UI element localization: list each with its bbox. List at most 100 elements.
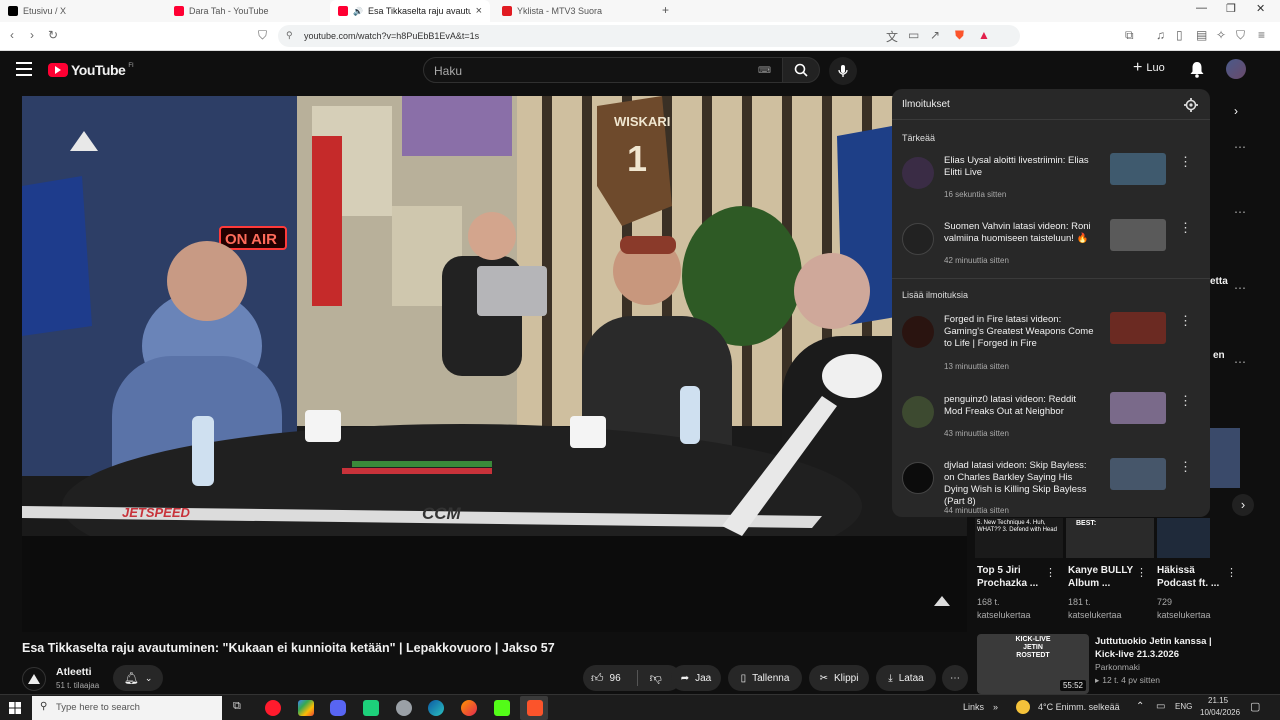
- clock-date[interactable]: 10/04/2026: [1200, 708, 1240, 717]
- more-options-icon[interactable]: ⋮: [1179, 154, 1193, 170]
- bookmark-icon[interactable]: ⛉: [258, 28, 267, 43]
- save-button[interactable]: ▯ Tallenna: [728, 665, 802, 691]
- kick-icon[interactable]: [494, 700, 510, 716]
- channel-name[interactable]: Atleetti: [56, 666, 92, 678]
- tray-chevron-icon[interactable]: ⌃: [1136, 701, 1144, 712]
- minimize-icon[interactable]: —: [1196, 2, 1207, 14]
- more-icon[interactable]: ⋯: [1234, 205, 1247, 219]
- more-icon[interactable]: ⋯: [1234, 281, 1247, 295]
- next-chevron-icon[interactable]: ›: [1232, 494, 1254, 516]
- menu-icon[interactable]: ≡: [1258, 28, 1265, 42]
- notification-item[interactable]: Forged in Fire latasi videon: Gaming's G…: [892, 310, 1210, 376]
- close-window-icon[interactable]: ✕: [1256, 2, 1265, 15]
- forward-icon[interactable]: ›: [30, 28, 34, 42]
- language-indicator[interactable]: ENG: [1175, 702, 1192, 711]
- network-icon[interactable]: ▭: [1156, 701, 1165, 712]
- more-options-icon[interactable]: ⋮: [1179, 313, 1193, 329]
- browser-tab-youtube[interactable]: Dara Tah - YouTube: [166, 0, 331, 22]
- notification-item[interactable]: Suomen Vahvin latasi videon: Roni valmii…: [892, 217, 1210, 283]
- share-button[interactable]: ➦ Jaa: [671, 665, 721, 691]
- recommended-channel[interactable]: Parkonmaki: [1095, 661, 1140, 674]
- edge-icon[interactable]: [428, 700, 444, 716]
- voice-search-button[interactable]: [829, 57, 857, 85]
- short-thumbnail[interactable]: BEST:: [1066, 518, 1154, 558]
- short-title[interactable]: Häkissä Podcast ft. ...: [1157, 564, 1223, 590]
- notification-center-icon[interactable]: ▢: [1250, 700, 1260, 713]
- recommended-title[interactable]: Juttutuokio Jetin kanssa | Kick-live 21.…: [1095, 635, 1230, 661]
- notification-item[interactable]: Elias Uysal aloitti livestriimin: Elias …: [892, 151, 1210, 217]
- new-tab-button[interactable]: +: [662, 3, 669, 17]
- browser-tab-bar: Etusivu / X Dara Tah - YouTube 🔊 Esa Tik…: [0, 0, 1280, 22]
- extensions-icon[interactable]: ⧉: [1125, 28, 1134, 43]
- channel-avatar[interactable]: [22, 667, 46, 691]
- dislike-button[interactable]: 👎︎: [650, 671, 662, 686]
- close-tab-icon[interactable]: ×: [476, 5, 482, 17]
- media-icon[interactable]: ♫: [1156, 28, 1165, 42]
- like-button[interactable]: 👍︎ 96: [591, 671, 621, 686]
- more-options-icon[interactable]: ⋮: [1136, 566, 1147, 579]
- search-button[interactable]: [782, 57, 820, 83]
- more-options-icon[interactable]: ⋮: [1179, 459, 1193, 475]
- weather-text[interactable]: 4°C Enimm. selkeää: [1038, 702, 1120, 712]
- short-thumbnail[interactable]: 5. New Technique 4. Huh, WHAT?? 3. Defen…: [975, 518, 1063, 558]
- maximize-icon[interactable]: ❐: [1226, 2, 1236, 15]
- notification-item[interactable]: penguinz0 latasi videon: Reddit Mod Frea…: [892, 390, 1210, 456]
- youtube-logo[interactable]: YouTube FI: [48, 62, 134, 78]
- chevron-icon[interactable]: »: [993, 702, 998, 712]
- cut-thumbnail[interactable]: [1210, 428, 1240, 488]
- app-icon[interactable]: [363, 700, 379, 716]
- more-options-icon[interactable]: ⋮: [1045, 566, 1056, 579]
- discord-icon[interactable]: [330, 700, 346, 716]
- subscribed-bell-button[interactable]: 🔔︎ ⌄: [113, 665, 163, 691]
- more-options-icon[interactable]: ⋮: [1179, 220, 1193, 236]
- share-icon[interactable]: ↗: [930, 28, 940, 42]
- video-player[interactable]: WISKARI 1 ON AIR JETSPEED CCM: [22, 96, 967, 632]
- task-view-icon[interactable]: ⧉: [233, 700, 241, 713]
- more-options-icon[interactable]: ⋮: [1179, 393, 1193, 409]
- sidebar-icon[interactable]: ▯: [1176, 28, 1183, 42]
- brave-shield-icon[interactable]: ⛊: [955, 28, 964, 43]
- recommended-thumbnail[interactable]: KICK-LIVE JETIN ROSTEDT 55:52: [977, 634, 1089, 694]
- brave-rewards-icon[interactable]: ▲: [978, 28, 990, 42]
- keyboard-icon[interactable]: ⌨: [758, 65, 771, 76]
- leo-icon[interactable]: ✧: [1216, 28, 1226, 42]
- app-icon[interactable]: [396, 700, 412, 716]
- more-actions-button[interactable]: ⋯: [942, 665, 968, 691]
- wallet-icon[interactable]: ▤: [1196, 28, 1207, 42]
- avatar[interactable]: [1226, 59, 1246, 79]
- clip-button[interactable]: ✂ Klippi: [809, 665, 869, 691]
- site-info-icon[interactable]: ⚲: [286, 30, 293, 41]
- weather-icon[interactable]: [1016, 700, 1030, 714]
- browser-tab-mtv[interactable]: Yklista - MTV3 Suora: [494, 0, 654, 22]
- browser-tab-x[interactable]: Etusivu / X: [0, 0, 165, 22]
- cast-icon[interactable]: ▭: [908, 28, 919, 42]
- back-icon[interactable]: ‹: [10, 28, 14, 42]
- firefox-icon[interactable]: [461, 700, 477, 716]
- translate-icon[interactable]: 文: [886, 28, 898, 45]
- taskbar-search-input[interactable]: ⚲ Type here to search: [32, 696, 222, 720]
- bell-icon: 🔔︎: [123, 671, 139, 685]
- clock-time[interactable]: 21.15: [1208, 696, 1228, 705]
- more-icon[interactable]: ⋯: [1234, 355, 1247, 369]
- settings-gear-icon[interactable]: [1184, 98, 1198, 112]
- browser-tab-active[interactable]: 🔊 Esa Tikkaselta raju avautuminen ×: [330, 0, 490, 22]
- create-button[interactable]: + Luo: [1133, 60, 1165, 76]
- short-title[interactable]: Top 5 Jiri Prochazka ...: [977, 564, 1039, 590]
- reload-icon[interactable]: ↻: [48, 28, 58, 42]
- opera-icon[interactable]: [265, 700, 281, 716]
- more-options-icon[interactable]: ⋮: [1226, 566, 1237, 579]
- hamburger-menu-icon[interactable]: [16, 62, 32, 76]
- short-title[interactable]: Kanye BULLY Album ...: [1068, 564, 1134, 590]
- links-toolbar[interactable]: Links: [963, 702, 984, 712]
- windows-start-icon[interactable]: [9, 702, 21, 714]
- short-thumbnail[interactable]: [1157, 518, 1210, 558]
- share-label: Jaa: [695, 672, 712, 684]
- notification-item[interactable]: djvlad latasi videon: Skip Bayless: on C…: [892, 456, 1210, 517]
- chevron-right-icon[interactable]: ›: [1234, 104, 1238, 118]
- notifications-bell-icon[interactable]: [1189, 61, 1205, 78]
- vpn-icon[interactable]: ⛉: [1236, 28, 1245, 43]
- download-button[interactable]: ⤓ Lataa: [876, 665, 936, 691]
- more-icon[interactable]: ⋯: [1234, 140, 1247, 154]
- photos-app-icon[interactable]: [298, 700, 314, 716]
- search-input[interactable]: Haku: [423, 57, 783, 83]
